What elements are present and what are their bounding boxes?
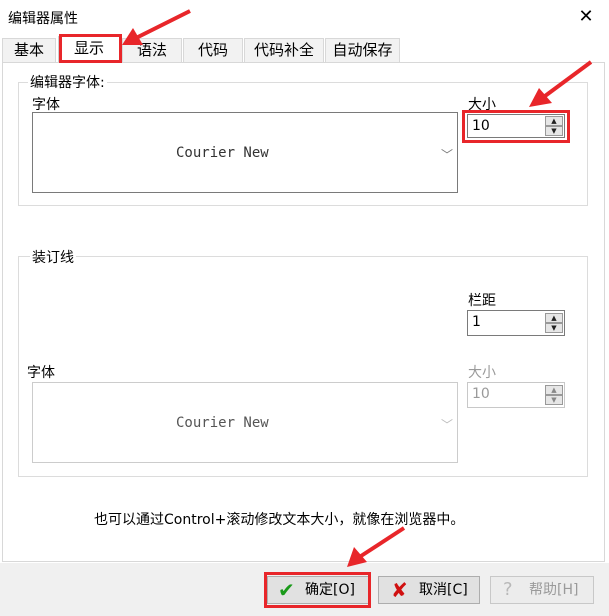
arrow-to-size-spinner (529, 60, 593, 107)
arrow-to-display-tab (122, 9, 191, 45)
annotation-arrows (122, 9, 593, 567)
arrow-to-ok-button (347, 526, 406, 567)
